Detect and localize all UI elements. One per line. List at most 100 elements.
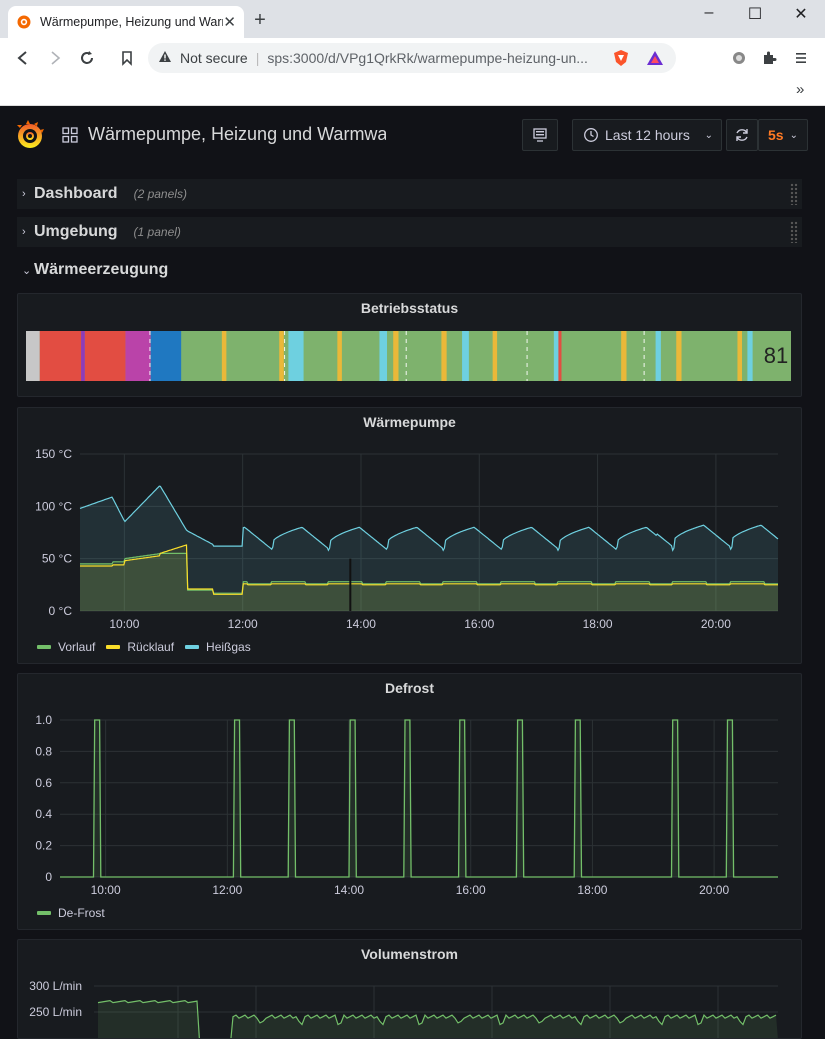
- dashboard-grid-icon[interactable]: [62, 127, 78, 143]
- refresh-button[interactable]: [726, 119, 758, 151]
- status-segment: [221, 331, 227, 381]
- status-segment: [341, 331, 380, 381]
- row-title: Umgebung: [34, 223, 118, 240]
- status-segment: [181, 331, 222, 381]
- y-tick-label: 150 °C: [35, 447, 72, 461]
- address-bar[interactable]: Not secure | sps:3000/d/VPg1QrkRk/warmep…: [148, 43, 676, 73]
- grafana-favicon-icon: [17, 15, 31, 29]
- grafana-logo-icon[interactable]: [14, 119, 46, 151]
- legend-item-vorlauf[interactable]: Vorlauf: [37, 640, 95, 654]
- bookmark-icon[interactable]: [116, 47, 138, 69]
- x-tick-label: 18:00: [577, 883, 607, 897]
- minimize-icon[interactable]: –: [686, 4, 732, 22]
- status-segment: [742, 331, 748, 381]
- clock-icon: [584, 128, 598, 142]
- refresh-interval-picker[interactable]: 5s ⌄: [758, 119, 808, 151]
- row-panel-count: (1 panel): [133, 225, 181, 239]
- panel-defrost[interactable]: Defrost 0 0.2 0.4 0.6 0.8 1.0 10:00 12:00 14:00 1…: [17, 673, 802, 930]
- status-segment: [558, 331, 562, 381]
- status-segment: [337, 331, 342, 381]
- tab-close-icon[interactable]: ✕: [223, 13, 236, 31]
- x-tick-label: 10:00: [91, 883, 121, 897]
- time-range-picker[interactable]: Last 12 hours ⌄: [572, 119, 722, 151]
- legend-item-defrost[interactable]: De-Frost: [37, 906, 105, 920]
- drag-handle-icon[interactable]: [790, 183, 798, 205]
- maximize-icon[interactable]: ☐: [732, 4, 778, 24]
- x-tick-label: 14:00: [346, 617, 376, 631]
- status-current-value: 81: [764, 343, 788, 368]
- status-segment: [84, 331, 126, 381]
- profile-icon[interactable]: [728, 47, 750, 69]
- tv-mode-button[interactable]: [522, 119, 558, 151]
- row-title: Dashboard: [34, 185, 118, 202]
- chevron-right-icon: ›: [22, 226, 26, 238]
- back-icon[interactable]: [12, 47, 34, 69]
- status-segment: [441, 331, 447, 381]
- dashboard-title[interactable]: Wärmepumpe, Heizung und Warmwasser: [88, 124, 386, 145]
- panel-betriebsstatus[interactable]: Betriebsstatus 81: [17, 293, 802, 397]
- status-segment: [621, 331, 627, 381]
- waermepumpe-graph: 0 °C 50 °C 100 °C 150 °C 10:00 12:00 14:00 16:0…: [35, 447, 779, 631]
- y-tick-label: 100 °C: [35, 499, 72, 513]
- status-segment: [553, 331, 559, 381]
- x-tick-label: 12:00: [212, 883, 242, 897]
- volumenstrom-graph: 250 L/min 300 L/min: [29, 979, 778, 1038]
- y-tick-label: 0.2: [35, 839, 52, 853]
- defrost-area: [60, 720, 778, 877]
- chevron-down-icon: ⌄: [22, 264, 32, 277]
- status-segment: [125, 331, 151, 381]
- y-tick-label: 0.6: [35, 776, 52, 790]
- bookmark-bar: »: [0, 78, 825, 106]
- status-segment: [626, 331, 656, 381]
- legend-swatch: [106, 645, 121, 649]
- new-tab-icon[interactable]: +: [250, 9, 270, 32]
- legend-swatch: [37, 645, 51, 649]
- legend-item-ruecklauf[interactable]: Rücklauf: [106, 640, 174, 654]
- row-umgebung[interactable]: › Umgebung (1 panel): [17, 217, 802, 247]
- status-segment: [39, 331, 82, 381]
- x-tick-label: 10:00: [109, 617, 139, 631]
- legend-swatch: [185, 645, 200, 649]
- extensions-icon[interactable]: [758, 47, 780, 69]
- brave-shield-icon[interactable]: [612, 49, 630, 70]
- time-range-label: Last 12 hours: [605, 127, 690, 143]
- x-tick-label: 16:00: [456, 883, 486, 897]
- drag-handle-icon[interactable]: [790, 221, 798, 243]
- security-status: Not secure: [180, 50, 248, 66]
- forward-icon[interactable]: [44, 47, 66, 69]
- brave-rewards-icon[interactable]: [646, 49, 664, 70]
- refresh-icon: [736, 129, 748, 141]
- legend-label: Heißgas: [206, 640, 251, 654]
- browser-toolbar: Not secure | sps:3000/d/VPg1QrkRk/warmep…: [0, 38, 825, 78]
- more-bookmarks-icon[interactable]: »: [796, 81, 804, 98]
- status-segment: [468, 331, 493, 381]
- chevron-down-icon: ⌄: [704, 129, 713, 141]
- chevron-down-icon: ⌄: [789, 129, 798, 141]
- tab-title: Wärmepumpe, Heizung und Warmwasser: [39, 15, 223, 29]
- row-dashboard[interactable]: › Dashboard (2 panels): [17, 179, 802, 209]
- y-tick-label: 1.0: [35, 713, 52, 727]
- legend-label: Vorlauf: [58, 640, 96, 654]
- window-close-icon[interactable]: ✕: [778, 4, 824, 24]
- x-tick-label: 18:00: [583, 617, 613, 631]
- status-segment: [150, 331, 182, 381]
- panel-waermepumpe[interactable]: Wärmepumpe 0 °C 50 °C 100 °C 150 °C 10:00 12:…: [17, 407, 802, 664]
- status-segment: [387, 331, 394, 381]
- row-waermeerzeugung[interactable]: ⌄ Wärmeerzeugung: [17, 255, 802, 285]
- x-tick-label: 12:00: [228, 617, 258, 631]
- grafana-app: Wärmepumpe, Heizung und Warmwasser Last …: [0, 107, 825, 1039]
- browser-tab[interactable]: Wärmepumpe, Heizung und Warmwasser ✕: [8, 6, 244, 38]
- menu-icon[interactable]: [790, 47, 812, 69]
- status-segment: [737, 331, 743, 381]
- y-tick-label: 300 L/min: [29, 979, 82, 993]
- refresh-interval-label: 5s: [768, 127, 784, 143]
- volumenstrom-area: [98, 1000, 778, 1038]
- legend-item-heissgas[interactable]: Heißgas: [185, 640, 251, 654]
- row-title: Wärmeerzeugung: [34, 261, 169, 278]
- reload-icon[interactable]: [76, 47, 98, 69]
- status-timeline: 81: [26, 331, 791, 381]
- monitor-icon: [533, 128, 547, 142]
- status-segment: [279, 331, 284, 381]
- y-tick-label: 0 °C: [49, 604, 73, 618]
- panel-volumenstrom[interactable]: Volumenstrom 250 L/min 300 L/min: [17, 939, 802, 1039]
